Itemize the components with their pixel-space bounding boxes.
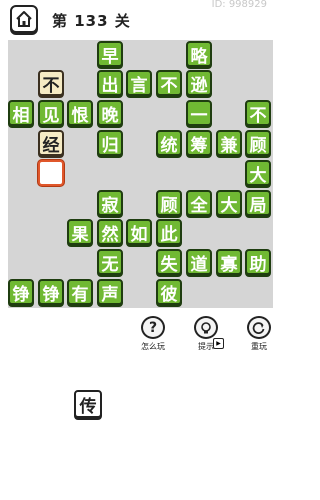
board-cell: 失 [156,249,182,275]
lightbulb-icon [194,316,218,339]
level-id: ID: 998929 [211,0,267,10]
hint-label: 提示 [198,341,214,352]
hint-button[interactable]: 提示 ▶ [186,316,226,352]
board-cell: 归 [97,130,123,156]
board-cell: 声 [97,279,123,305]
home-button[interactable] [10,5,38,33]
candidate-tile[interactable]: 传 [74,390,102,418]
how-to-play-button[interactable]: ? 怎么玩 [133,316,173,352]
board-cell: 出 [97,70,123,96]
board-cell: 大 [216,190,242,216]
board-cell: 无 [97,249,123,275]
board-cell: 大 [245,160,271,186]
board-cell[interactable]: 不 [38,70,64,96]
board-cell: 言 [126,70,152,96]
board-cell: 彼 [156,279,182,305]
board-cell: 然 [97,219,123,245]
board-cell: 早 [97,41,123,67]
board-cell: 一 [186,100,212,126]
board-cell: 逊 [186,70,212,96]
board-cell: 顾 [245,130,271,156]
board-cell: 晚 [97,100,123,126]
replay-label: 重玩 [251,342,267,351]
board-cell[interactable]: 经 [38,130,64,156]
board-cell: 相 [8,100,34,126]
board-cell: 铮 [38,279,64,305]
level-title: 第 133 关 [52,12,131,30]
ad-badge-icon: ▶ [213,338,224,349]
board-cell: 不 [156,70,182,96]
board-cell: 筹 [186,130,212,156]
puzzle-board: 早略不出言不逊相见恨晚一不经归统筹兼顾大寂顾全大局果然如此无失道寡助铮铮有声彼 [8,40,273,308]
replay-button[interactable]: 重玩 [239,316,279,352]
board-cell: 道 [186,249,212,275]
board-cell: 铮 [8,279,34,305]
board-cell: 助 [245,249,271,275]
board-cell: 寡 [216,249,242,275]
board-cell: 果 [67,219,93,245]
board-cell: 全 [186,190,212,216]
board-cell: 恨 [67,100,93,126]
board-cell: 寂 [97,190,123,216]
board-cell: 略 [186,41,212,67]
how-to-play-label: 怎么玩 [141,342,165,351]
board-cell: 有 [67,279,93,305]
empty-answer-slot[interactable] [38,160,64,186]
hint-label-text: 提示 [198,342,214,351]
board-cell: 不 [245,100,271,126]
board-cell: 局 [245,190,271,216]
board-cell: 兼 [216,130,242,156]
board-cell: 统 [156,130,182,156]
replay-icon [247,316,271,339]
question-icon: ? [141,316,165,339]
home-icon [16,11,32,27]
board-cell: 如 [126,219,152,245]
board-cell: 见 [38,100,64,126]
board-cell: 此 [156,219,182,245]
board-cell: 顾 [156,190,182,216]
top-bar: 第 133 关 ID: 998929 [0,0,281,38]
